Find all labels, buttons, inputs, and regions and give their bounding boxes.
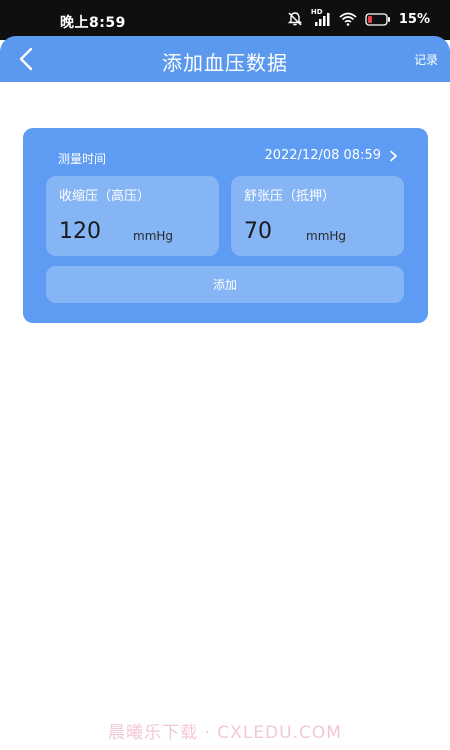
diastolic-panel[interactable]: 舒张压（抵押） 70 mmHg	[231, 176, 404, 256]
measure-time-picker[interactable]: 2022/12/08 08:59	[264, 148, 398, 163]
systolic-label: 收缩压（高压）	[59, 189, 151, 204]
measure-time-value: 2022/12/08 08:59	[264, 148, 381, 163]
watermark: 晨曦乐下载 · CXLEDU.COM	[108, 723, 342, 743]
battery-icon	[365, 12, 391, 26]
wifi-icon	[339, 12, 357, 26]
cellular-signal-icon: HD	[311, 8, 331, 27]
header-bar: 添加血压数据 记录	[0, 36, 450, 82]
systolic-unit: mmHg	[133, 229, 174, 243]
measure-time-label: 测量时间	[58, 152, 107, 166]
record-button[interactable]: 记录	[414, 51, 438, 68]
bell-muted-icon	[287, 11, 303, 27]
diastolic-value[interactable]: 70	[244, 219, 304, 244]
status-bar: 晚上8:59 HD 15%	[0, 0, 450, 40]
diastolic-label: 舒张压（抵押）	[244, 189, 336, 204]
add-button[interactable]: 添加	[46, 266, 404, 303]
systolic-value[interactable]: 120	[59, 219, 119, 244]
status-icons: HD 15%	[287, 8, 430, 27]
blood-pressure-form-card: 测量时间 2022/12/08 08:59 收缩压（高压） 120 mmHg 舒…	[23, 128, 428, 323]
status-time: 晚上8:59	[60, 15, 126, 31]
diastolic-unit: mmHg	[306, 229, 347, 243]
page-title: 添加血压数据	[162, 51, 288, 75]
battery-percent: 15%	[398, 11, 430, 27]
chevron-right-icon	[390, 150, 397, 161]
systolic-panel[interactable]: 收缩压（高压） 120 mmHg	[46, 176, 219, 256]
